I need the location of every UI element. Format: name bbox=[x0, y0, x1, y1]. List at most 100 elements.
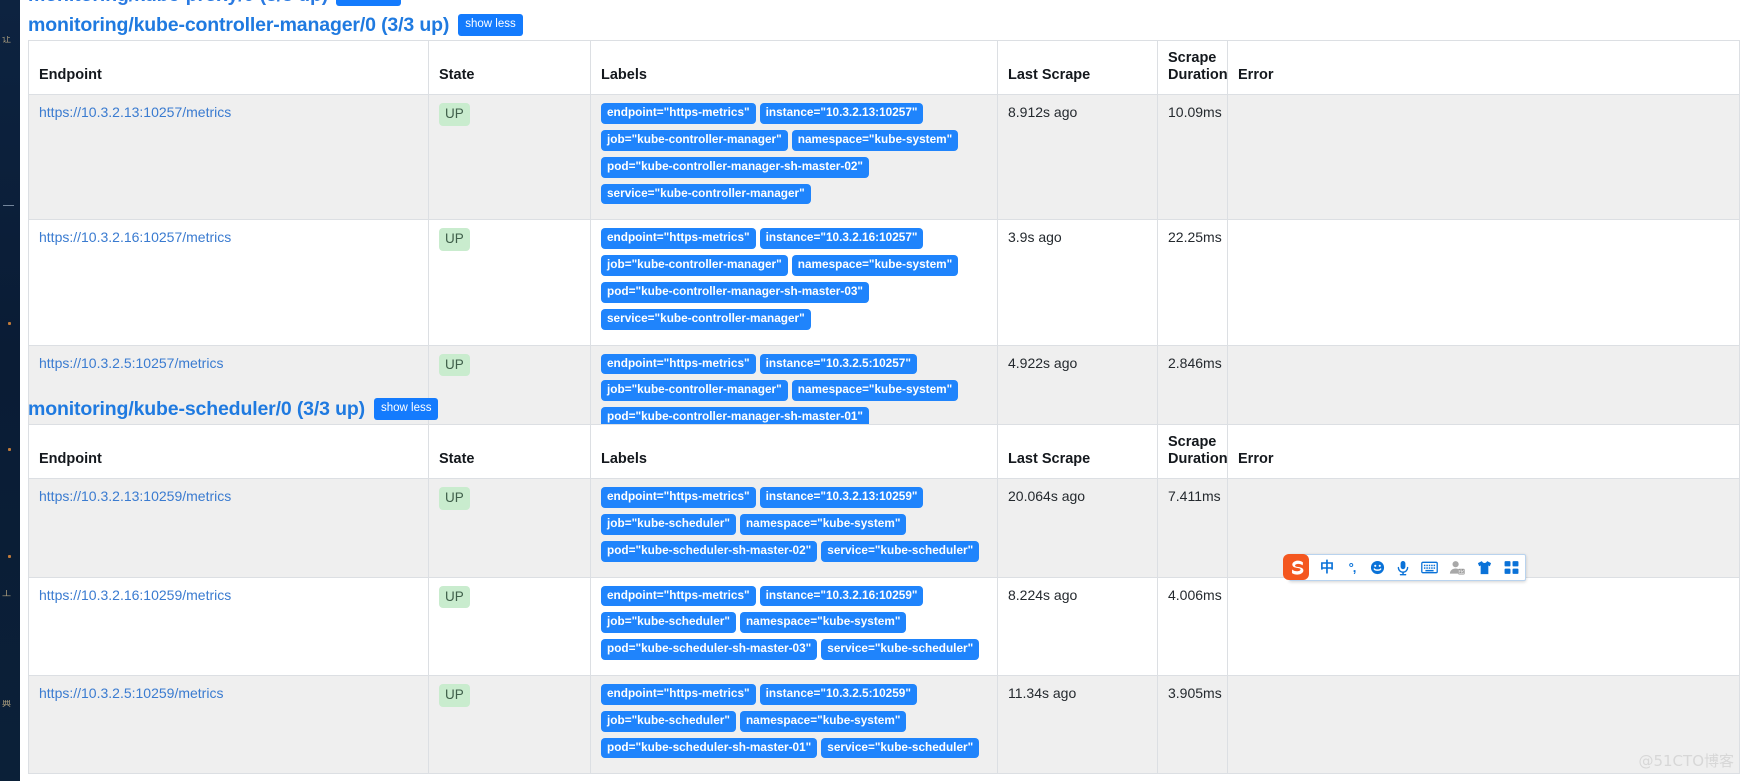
table-row: https://10.3.2.5:10259/metrics UP endpoint… bbox=[28, 674, 1740, 775]
cell-scrape-duration: 10.09ms bbox=[1157, 94, 1228, 221]
table-row: https://10.3.2.16:10257/metrics UP endpoin… bbox=[28, 219, 1740, 346]
cell-labels: endpoint="https-metrics" instance="10.3.2… bbox=[590, 94, 998, 221]
column-header-state: State bbox=[428, 423, 591, 480]
label-badge[interactable]: namespace="kube-system" bbox=[739, 710, 907, 732]
rail-dot bbox=[8, 322, 11, 325]
cell-state: UP bbox=[428, 576, 591, 677]
label-badge[interactable]: service="kube-scheduler" bbox=[821, 540, 980, 562]
show-less-button[interactable]: show less bbox=[458, 13, 523, 37]
user-account-icon[interactable]: 15 bbox=[1449, 558, 1465, 578]
target-group-title: monitoring/kube-controller-manager/0 (3/… bbox=[28, 13, 450, 36]
label-badge[interactable]: service="kube-controller-manager" bbox=[601, 183, 811, 205]
cell-last-scrape: 3.9s ago bbox=[997, 219, 1158, 346]
endpoint-link[interactable]: https://10.3.2.13:10259/metrics bbox=[39, 488, 231, 504]
table-header-row: Endpoint State Labels Last Scrape Scrape Dur… bbox=[28, 39, 1740, 96]
cell-state: UP bbox=[428, 219, 591, 346]
label-badge[interactable]: service="kube-scheduler" bbox=[821, 737, 980, 759]
endpoint-link[interactable]: https://10.3.2.16:10259/metrics bbox=[39, 587, 231, 603]
rail-glyph: 典 bbox=[2, 700, 11, 709]
endpoint-link[interactable]: https://10.3.2.5:10257/metrics bbox=[39, 355, 223, 371]
endpoint-link[interactable]: https://10.3.2.13:10257/metrics bbox=[39, 104, 231, 120]
cell-error bbox=[1227, 576, 1740, 677]
label-badge[interactable]: endpoint="https-metrics" bbox=[601, 487, 756, 509]
cell-endpoint: https://10.3.2.13:10257/metrics bbox=[28, 94, 429, 221]
cell-endpoint: https://10.3.2.16:10259/metrics bbox=[28, 576, 429, 677]
cell-state: UP bbox=[428, 478, 591, 578]
target-group: monitoring/kube-scheduler/0 (3/3 up) show… bbox=[28, 394, 1740, 775]
column-header-scrape-duration: Scrape Duration bbox=[1157, 423, 1228, 480]
rail-glyph: 让 bbox=[2, 36, 11, 45]
sogou-logo-icon[interactable] bbox=[1278, 549, 1314, 585]
label-badge[interactable]: instance="10.3.2.5:10257" bbox=[759, 353, 917, 375]
voice-input-icon[interactable] bbox=[1396, 558, 1410, 578]
table-row: https://10.3.2.13:10257/metrics UP endpoin… bbox=[28, 94, 1740, 221]
label-badge[interactable]: job="kube-scheduler" bbox=[601, 514, 736, 535]
cell-error bbox=[1227, 219, 1740, 346]
column-header-endpoint: Endpoint bbox=[28, 423, 429, 480]
label-badge[interactable]: pod="kube-controller-manager-sh-master-0… bbox=[601, 156, 870, 178]
cell-scrape-duration: 4.006ms bbox=[1157, 576, 1228, 677]
label-badge[interactable]: endpoint="https-metrics" bbox=[601, 103, 756, 125]
previous-show-less-button[interactable]: show less bbox=[336, 0, 401, 7]
cell-state: UP bbox=[428, 94, 591, 221]
punctuation-mode-icon[interactable]: °, bbox=[1345, 558, 1359, 578]
table-header-row: Endpoint State Labels Last Scrape Scrape Dur… bbox=[28, 423, 1740, 480]
page-content: monitoring/kube-proxy/0 (3/3 up) show le… bbox=[20, 0, 1748, 781]
label-badge[interactable]: service="kube-scheduler" bbox=[821, 639, 980, 660]
show-less-button[interactable]: show less bbox=[373, 397, 439, 421]
label-badge[interactable]: namespace="kube-system" bbox=[791, 255, 959, 276]
app-rail: 让 工 典 bbox=[0, 0, 20, 781]
label-badge[interactable]: instance="10.3.2.16:10259" bbox=[759, 585, 924, 607]
label-badge[interactable]: namespace="kube-system" bbox=[791, 130, 959, 151]
emoji-icon[interactable] bbox=[1370, 558, 1385, 578]
label-badge[interactable]: pod="kube-controller-manager-sh-master-0… bbox=[601, 282, 870, 303]
label-badge[interactable]: instance="10.3.2.5:10259" bbox=[759, 684, 917, 705]
sogou-ime-toolbar[interactable]: 中 °, 15 bbox=[1283, 554, 1526, 581]
label-badge[interactable]: job="kube-controller-manager" bbox=[601, 130, 788, 151]
svg-text:15: 15 bbox=[1459, 569, 1465, 574]
column-header-error: Error bbox=[1227, 423, 1740, 480]
label-badge[interactable]: endpoint="https-metrics" bbox=[601, 684, 756, 705]
toolbox-apps-icon[interactable] bbox=[1504, 558, 1519, 578]
label-badge[interactable]: instance="10.3.2.13:10257" bbox=[759, 103, 924, 125]
label-badge[interactable]: instance="10.3.2.13:10259" bbox=[759, 487, 924, 509]
cell-labels: endpoint="https-metrics" instance="10.3.2… bbox=[590, 219, 998, 346]
soft-keyboard-icon[interactable] bbox=[1421, 558, 1438, 578]
label-badge[interactable]: job="kube-scheduler" bbox=[601, 612, 736, 634]
label-badge[interactable]: pod="kube-scheduler-sh-master-01" bbox=[601, 737, 818, 759]
label-badge[interactable]: endpoint="https-metrics" bbox=[601, 353, 756, 375]
status-badge: UP bbox=[439, 103, 470, 126]
label-badge[interactable]: service="kube-controller-manager" bbox=[601, 308, 811, 330]
previous-group-header: monitoring/kube-proxy/0 (3/3 up) show le… bbox=[28, 0, 401, 7]
table-row: https://10.3.2.16:10259/metrics UP endpoin… bbox=[28, 576, 1740, 677]
label-badge[interactable]: namespace="kube-system" bbox=[739, 612, 907, 634]
cell-last-scrape: 11.34s ago bbox=[997, 674, 1158, 775]
language-mode-icon[interactable]: 中 bbox=[1320, 558, 1334, 578]
status-badge: UP bbox=[439, 585, 470, 609]
rail-dot bbox=[8, 448, 11, 451]
page-root: 让 工 典 monitoring/kube-proxy/0 (3/3 up) s… bbox=[0, 0, 1748, 781]
target-group-header: monitoring/kube-controller-manager/0 (3/… bbox=[28, 10, 1740, 40]
label-badge[interactable]: job="kube-scheduler" bbox=[601, 710, 736, 732]
cell-scrape-duration: 22.25ms bbox=[1157, 219, 1228, 346]
endpoint-link[interactable]: https://10.3.2.5:10259/metrics bbox=[39, 685, 223, 701]
target-group-title: monitoring/kube-scheduler/0 (3/3 up) bbox=[28, 397, 365, 420]
skin-theme-icon[interactable] bbox=[1476, 558, 1493, 578]
column-header-last-scrape: Last Scrape bbox=[997, 39, 1158, 96]
label-badge[interactable]: job="kube-controller-manager" bbox=[601, 255, 788, 276]
status-badge: UP bbox=[439, 487, 470, 510]
status-badge: UP bbox=[439, 684, 470, 707]
rail-glyph: 工 bbox=[2, 590, 11, 599]
label-badge[interactable]: endpoint="https-metrics" bbox=[601, 585, 756, 607]
cell-error bbox=[1227, 94, 1740, 221]
label-badge[interactable]: namespace="kube-system" bbox=[739, 514, 907, 535]
cell-endpoint: https://10.3.2.16:10257/metrics bbox=[28, 219, 429, 346]
label-badge[interactable]: endpoint="https-metrics" bbox=[601, 228, 756, 250]
cell-labels: endpoint="https-metrics" instance="10.3.2… bbox=[590, 478, 998, 578]
label-badge[interactable]: pod="kube-scheduler-sh-master-03" bbox=[601, 639, 818, 660]
column-header-labels: Labels bbox=[590, 39, 998, 96]
label-badge[interactable]: pod="kube-scheduler-sh-master-02" bbox=[601, 540, 818, 562]
column-header-state: State bbox=[428, 39, 591, 96]
endpoint-link[interactable]: https://10.3.2.16:10257/metrics bbox=[39, 229, 231, 245]
label-badge[interactable]: instance="10.3.2.16:10257" bbox=[759, 228, 924, 250]
